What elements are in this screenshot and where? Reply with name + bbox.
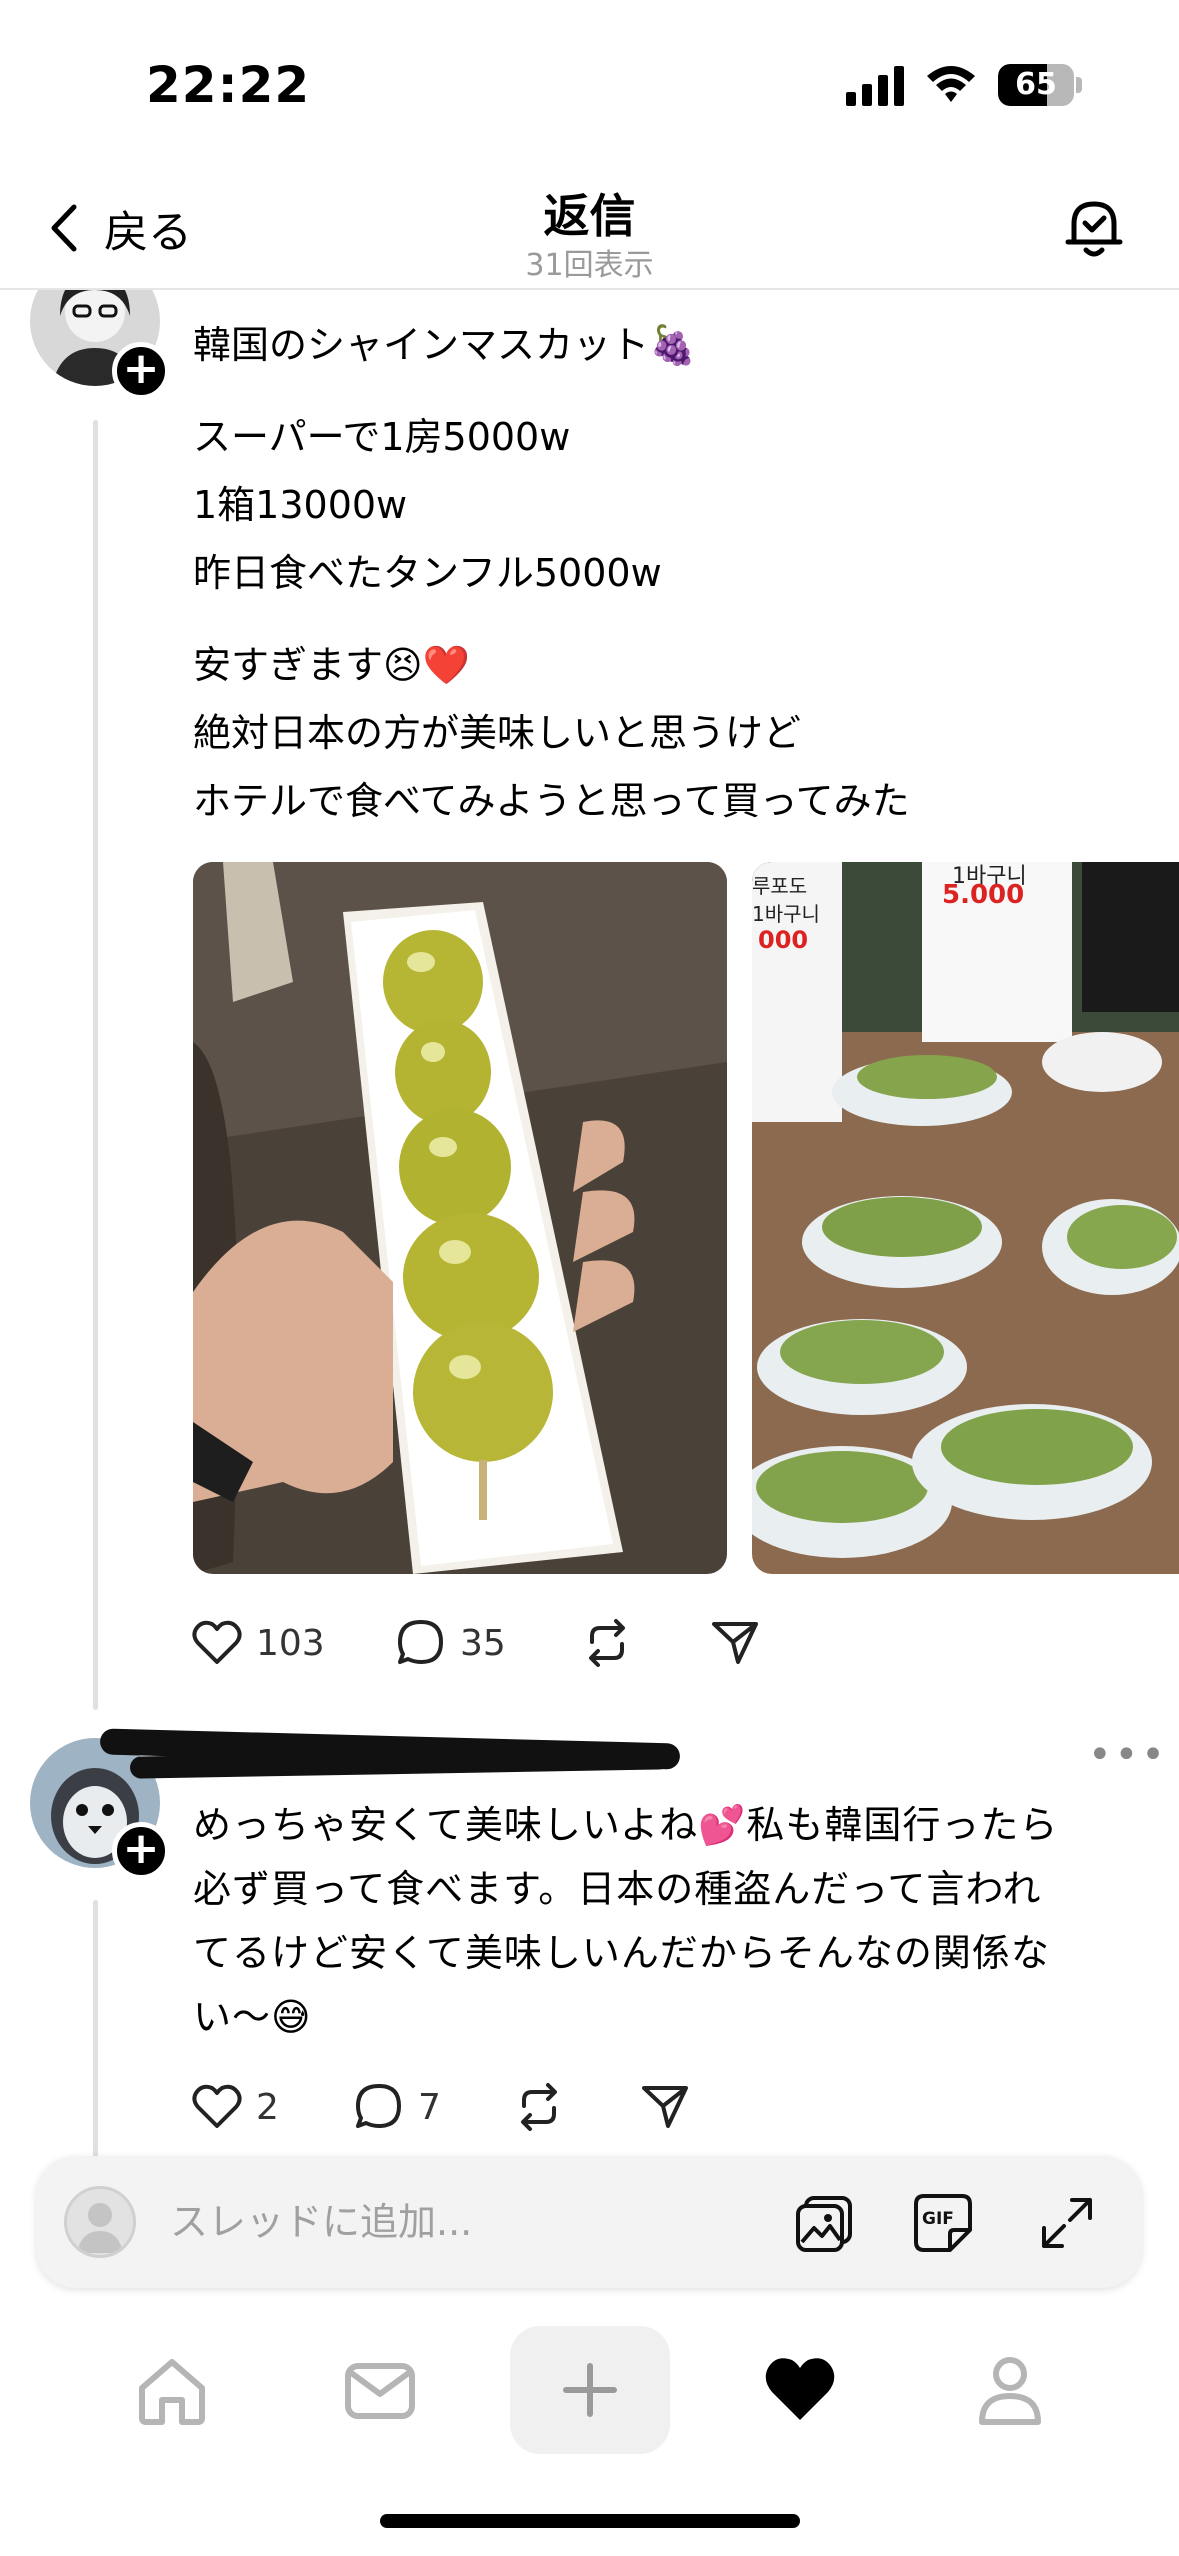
- like-button[interactable]: 2: [190, 2080, 279, 2134]
- post-text-line: 必ず買って食べます。日本の種盗んだって言われ: [193, 1867, 1042, 1911]
- heart-icon: [192, 2084, 242, 2128]
- repost-icon: [589, 1619, 625, 1667]
- post-text-line: スーパーで1房5000w: [193, 415, 571, 459]
- profile-icon: [979, 2357, 1041, 2425]
- post-text-line: 安すぎます😣❤️: [193, 643, 470, 687]
- navigation-header: 戻る 返信 31回表示: [0, 160, 1179, 290]
- composer-avatar: [64, 2186, 136, 2258]
- status-bar: 22:22 65: [0, 0, 1179, 160]
- gif-icon[interactable]: GIF: [910, 2190, 976, 2256]
- thread-reply-input[interactable]: [170, 2192, 790, 2252]
- thread-line: [93, 420, 98, 1710]
- reply-button[interactable]: 35: [394, 1616, 506, 1670]
- like-button[interactable]: 103: [190, 1616, 325, 1670]
- plus-icon: [563, 2363, 617, 2417]
- image-icon[interactable]: [792, 2190, 858, 2256]
- home-indicator: [380, 2514, 800, 2528]
- battery-percent: 65: [1015, 67, 1057, 102]
- comment-icon: [356, 2084, 401, 2128]
- post-photo-grape-market[interactable]: 1바구니 5.000 루포도 1바구니 000: [752, 862, 1179, 1574]
- tab-activity[interactable]: [720, 2330, 880, 2450]
- notification-bell-icon[interactable]: [1060, 194, 1128, 262]
- wifi-icon: [927, 66, 975, 102]
- post-text-line: てるけど安くて美味しいんだからそんなの関係な: [193, 1931, 1050, 1975]
- post-text-line: 韓国のシャインマスカット🍇: [193, 323, 697, 367]
- share-button[interactable]: [638, 2080, 692, 2134]
- price-sign-text: 000: [758, 926, 809, 954]
- page-title: 返信: [543, 189, 636, 243]
- post-photo-grape-skewer[interactable]: [193, 862, 727, 1574]
- home-icon: [139, 2359, 205, 2425]
- like-count: 2: [256, 2086, 279, 2128]
- svg-text:GIF: GIF: [922, 2209, 954, 2229]
- tab-home[interactable]: [92, 2330, 252, 2450]
- repost-button[interactable]: [580, 1616, 634, 1670]
- tab-inbox[interactable]: [300, 2330, 460, 2450]
- status-time: 22:22: [146, 56, 311, 114]
- follow-plus-button[interactable]: +: [112, 342, 170, 400]
- price-sign-text: 1바구니: [752, 902, 820, 926]
- reply-composer: GIF: [36, 2156, 1142, 2288]
- cellular-signal-icon: [846, 66, 904, 106]
- post-text-line: 1箱13000w: [193, 483, 408, 527]
- reply-count: 35: [460, 1622, 506, 1664]
- post-text-line: い〜😅: [193, 1995, 312, 2039]
- post-text-line: ホテルで食べてみようと思って買ってみた: [193, 779, 910, 823]
- share-icon: [712, 1622, 758, 1664]
- inbox-icon: [345, 2363, 415, 2419]
- tab-new-thread[interactable]: [510, 2326, 670, 2454]
- expand-icon[interactable]: [1034, 2190, 1100, 2256]
- more-options-icon[interactable]: •••: [1088, 1732, 1168, 1778]
- thread-line: [93, 1900, 98, 2160]
- share-button[interactable]: [708, 1616, 762, 1670]
- like-count: 103: [256, 1622, 325, 1664]
- share-icon: [642, 2086, 688, 2128]
- follow-plus-button[interactable]: +: [112, 1822, 170, 1880]
- comment-icon: [398, 1620, 443, 1664]
- post-text-line: 昨日食べたタンフル5000w: [193, 551, 662, 595]
- heart-filled-icon: [765, 2358, 835, 2420]
- post-text-line: 絶対日本の方が美味しいと思うけど: [193, 711, 802, 755]
- battery-indicator: 65: [998, 64, 1082, 106]
- tab-profile[interactable]: [930, 2330, 1090, 2450]
- reply-button[interactable]: 7: [352, 2080, 441, 2134]
- post-text-line: めっちゃ安くて美味しいよね💕私も韓国行ったら: [193, 1803, 1059, 1847]
- reply-count: 7: [418, 2086, 441, 2128]
- repost-button[interactable]: [512, 2080, 566, 2134]
- view-count: 31回表示: [525, 248, 654, 283]
- price-sign-text: 5.000: [942, 880, 1025, 910]
- repost-icon: [521, 2083, 557, 2131]
- price-sign-text: 루포도: [752, 874, 808, 898]
- heart-icon: [192, 1620, 242, 1664]
